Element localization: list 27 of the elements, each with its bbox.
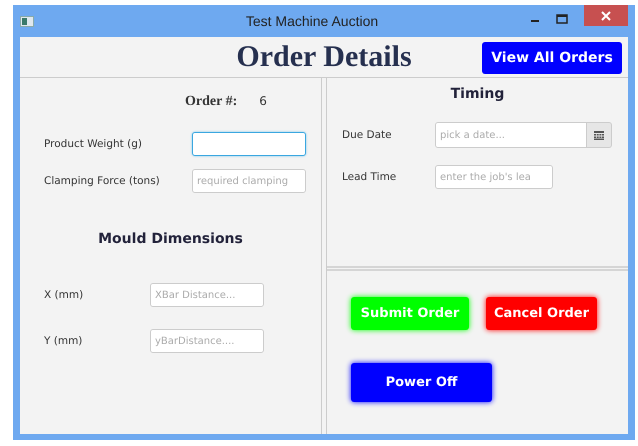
page-title: Order Details xyxy=(236,40,412,74)
field-label: Due Date xyxy=(342,129,393,141)
input-field[interactable] xyxy=(192,132,306,156)
section-title: Mould Dimensions xyxy=(97,231,244,247)
order-number-value: 6 xyxy=(259,94,267,108)
input-field[interactable]: XBar Distance... xyxy=(150,283,264,307)
section-title: Timing xyxy=(450,86,506,102)
action-button[interactable]: Power Off xyxy=(351,363,492,402)
date-field[interactable]: pick a date... xyxy=(435,122,587,148)
maximize-icon[interactable] xyxy=(556,14,568,24)
app-icon xyxy=(20,16,34,26)
action-button[interactable]: Cancel Order xyxy=(486,297,597,330)
input-field[interactable]: required clamping xyxy=(192,169,306,193)
input-field[interactable]: yBarDistance.... xyxy=(150,329,264,353)
field-label: Product Weight (g) xyxy=(44,138,143,150)
calendar-button[interactable] xyxy=(587,122,612,148)
field-label: Y (mm) xyxy=(44,335,84,347)
close-icon xyxy=(601,10,611,20)
close-button[interactable] xyxy=(584,5,628,26)
input-field[interactable]: enter the job's lea xyxy=(435,165,553,189)
calendar-icon xyxy=(594,130,604,140)
field-label: Lead Time xyxy=(342,171,398,183)
view-all-orders-button[interactable]: View All Orders xyxy=(482,42,622,74)
field-label: Clamping Force (tons) xyxy=(44,175,161,187)
window-title: Test Machine Auction xyxy=(244,13,380,29)
order-number-label: Order #: xyxy=(185,94,238,110)
field-label: X (mm) xyxy=(44,289,84,301)
